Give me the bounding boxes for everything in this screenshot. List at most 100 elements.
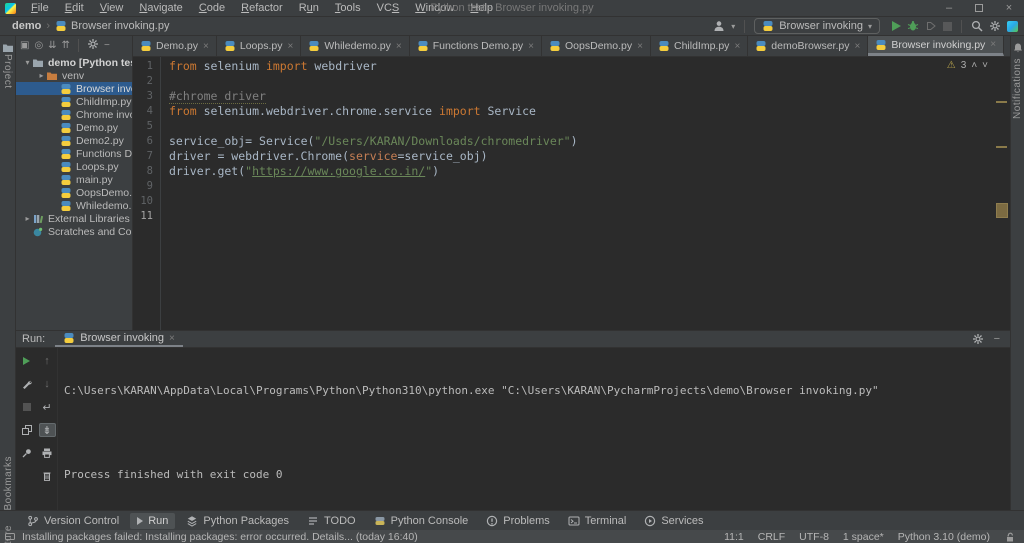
python-interpreter[interactable]: Python 3.10 (demo) bbox=[898, 531, 990, 543]
stop-button[interactable] bbox=[943, 21, 952, 31]
toolwindow-button-version-control[interactable]: Version Control bbox=[20, 513, 126, 529]
minimize-button[interactable]: – bbox=[934, 0, 964, 17]
editor-tab[interactable]: OopsDemo.py × bbox=[542, 36, 651, 56]
menu-help[interactable]: Help bbox=[463, 1, 500, 15]
tree-item-chrome-invoking-py[interactable]: Chrome invoking.py bbox=[16, 108, 132, 121]
tree-chevron-icon[interactable]: ▾ bbox=[23, 58, 32, 67]
tree-item-oopsdemo-py[interactable]: OopsDemo.py bbox=[16, 186, 132, 199]
editor-tab[interactable]: Loops.py × bbox=[217, 36, 302, 56]
down-stack-trace-icon[interactable]: ↓ bbox=[39, 377, 56, 391]
stripe-button-bookmarks[interactable]: Bookmarks bbox=[3, 456, 14, 511]
breadcrumb-file[interactable]: Browser invoking.py bbox=[71, 20, 169, 32]
tab-close-icon[interactable]: × bbox=[734, 41, 740, 52]
close-button[interactable]: × bbox=[994, 0, 1024, 17]
scroll-to-end-icon[interactable]: ⇟ bbox=[38, 423, 56, 437]
tab-close-icon[interactable]: × bbox=[637, 41, 643, 52]
editor-tab[interactable]: Functions Demo.py × bbox=[410, 36, 543, 56]
tab-close-icon[interactable]: × bbox=[854, 41, 860, 52]
tab-close-icon[interactable]: × bbox=[287, 41, 293, 52]
tree-item-main-py[interactable]: main.py bbox=[16, 173, 132, 186]
menu-vcs[interactable]: VCS bbox=[370, 1, 407, 15]
hide-run-panel-icon[interactable]: − bbox=[994, 333, 1000, 345]
user-icon[interactable] bbox=[713, 20, 725, 32]
editor-tab[interactable]: ChildImp.py × bbox=[651, 36, 749, 56]
clear-console-icon[interactable] bbox=[39, 469, 56, 483]
restore-layout-icon[interactable] bbox=[18, 423, 35, 437]
tree-item-whiledemo-py[interactable]: Whiledemo.py bbox=[16, 199, 132, 212]
notifications-stripe-label[interactable]: Notifications bbox=[1012, 58, 1023, 119]
run-modify-options-icon[interactable] bbox=[18, 377, 35, 391]
run-button[interactable] bbox=[892, 21, 901, 31]
menu-window[interactable]: Window bbox=[408, 1, 461, 15]
stop-process-button[interactable] bbox=[22, 403, 31, 411]
run-tab[interactable]: Browser invoking × bbox=[55, 331, 183, 347]
project-settings-gear-icon[interactable] bbox=[87, 38, 99, 53]
editor-tab[interactable]: Demo.py × bbox=[133, 36, 217, 56]
soft-wrap-icon[interactable]: ↵ bbox=[39, 400, 56, 414]
expand-all-icon[interactable]: ⇊ bbox=[48, 40, 56, 51]
next-warning-chevron[interactable]: ˅ bbox=[982, 60, 988, 71]
notifications-bell-icon[interactable] bbox=[1012, 42, 1024, 54]
tree-item-demo2-py[interactable]: Demo2.py bbox=[16, 134, 132, 147]
tab-close-icon[interactable]: × bbox=[990, 39, 996, 50]
maximize-button[interactable] bbox=[964, 0, 994, 17]
run-with-coverage-button[interactable] bbox=[925, 20, 937, 32]
code-editor[interactable]: 1 2 3 4 5 6 7 8 9 10 11 from selenium import webdr… bbox=[133, 57, 1010, 330]
tree-item-loops-py[interactable]: Loops.py bbox=[16, 160, 132, 173]
menu-file[interactable]: File bbox=[24, 1, 56, 15]
inspections-widget[interactable]: ⚠ 3 ˄ ˅ bbox=[947, 60, 988, 71]
status-message[interactable]: Installing packages failed: Installing p… bbox=[22, 531, 418, 543]
toolwindow-button-run[interactable]: Run bbox=[130, 512, 176, 529]
select-opened-file-icon[interactable]: ▣ bbox=[20, 40, 29, 51]
menu-view[interactable]: View bbox=[93, 1, 131, 15]
tree-item-external-libraries[interactable]: ▸ External Libraries bbox=[16, 212, 132, 225]
menu-tools[interactable]: Tools bbox=[328, 1, 368, 15]
prev-warning-chevron[interactable]: ˄ bbox=[971, 60, 977, 71]
tree-item-venv[interactable]: ▸ venv bbox=[16, 69, 132, 82]
user-dropdown-arrow[interactable]: ▾ bbox=[731, 22, 735, 31]
scrollbar-thumb-mark[interactable] bbox=[996, 203, 1008, 218]
menu-edit[interactable]: Edit bbox=[58, 1, 91, 15]
run-settings-gear-icon[interactable] bbox=[972, 333, 984, 345]
toolwindow-button-todo[interactable]: TODO bbox=[300, 513, 363, 529]
caret-position[interactable]: 11:1 bbox=[724, 531, 744, 543]
tree-item-scratches-and-consoles[interactable]: Scratches and Consoles bbox=[16, 225, 132, 238]
rerun-button[interactable] bbox=[23, 357, 30, 365]
editor-tab[interactable]: Browser invoking.py × bbox=[868, 36, 1005, 56]
file-encoding[interactable]: UTF-8 bbox=[799, 531, 829, 543]
project-stripe-button[interactable] bbox=[2, 42, 14, 54]
run-tab-close-icon[interactable]: × bbox=[169, 333, 175, 344]
tree-item-functions-demo-py[interactable]: Functions Demo.py bbox=[16, 147, 132, 160]
scrollbar-warning-mark[interactable] bbox=[996, 101, 1007, 103]
menu-run[interactable]: Run bbox=[292, 1, 326, 15]
up-stack-trace-icon[interactable]: ↑ bbox=[39, 354, 56, 368]
editor-tab[interactable]: Whiledemo.py × bbox=[301, 36, 410, 56]
scrollbar-warning-mark[interactable] bbox=[996, 146, 1007, 148]
toolwindow-button-python-console[interactable]: Python Console bbox=[367, 513, 476, 529]
tab-close-icon[interactable]: × bbox=[396, 41, 402, 52]
tree-item-demo-py[interactable]: Demo.py bbox=[16, 121, 132, 134]
tab-close-icon[interactable]: × bbox=[528, 41, 534, 52]
toolwindow-button-services[interactable]: Services bbox=[637, 513, 710, 529]
code-content[interactable]: from selenium import webdriver #chrome d… bbox=[161, 57, 1010, 330]
toolwindow-button-terminal[interactable]: Terminal bbox=[561, 513, 634, 529]
tree-root-item[interactable]: ▾demo [Python test] C:\U bbox=[16, 56, 132, 69]
print-icon[interactable] bbox=[39, 446, 56, 460]
project-stripe-label[interactable]: Project bbox=[2, 54, 13, 89]
menu-code[interactable]: Code bbox=[192, 1, 232, 15]
locate-icon[interactable]: ◎ bbox=[34, 40, 43, 51]
indent-setting[interactable]: 1 space* bbox=[843, 531, 884, 543]
tree-chevron-icon[interactable]: ▸ bbox=[37, 71, 46, 80]
tree-chevron-icon[interactable]: ▸ bbox=[23, 214, 32, 223]
stripe-button-structure[interactable]: Structure bbox=[3, 525, 14, 543]
debug-button[interactable] bbox=[907, 20, 919, 32]
search-everywhere-icon[interactable] bbox=[971, 20, 983, 32]
tree-item-childimp-py[interactable]: ChildImp.py bbox=[16, 95, 132, 108]
toolwindow-button-python-packages[interactable]: Python Packages bbox=[179, 513, 296, 529]
read-write-lock-icon[interactable] bbox=[1004, 531, 1016, 543]
collapse-all-icon[interactable]: ⇈ bbox=[62, 40, 70, 51]
pin-tab-icon[interactable] bbox=[18, 446, 35, 460]
toolwindow-button-problems[interactable]: Problems bbox=[479, 513, 556, 529]
run-configuration-select[interactable]: Browser invoking ▾ bbox=[754, 18, 880, 34]
run-console-output[interactable]: C:\Users\KARAN\AppData\Local\Programs\Py… bbox=[58, 348, 1010, 510]
